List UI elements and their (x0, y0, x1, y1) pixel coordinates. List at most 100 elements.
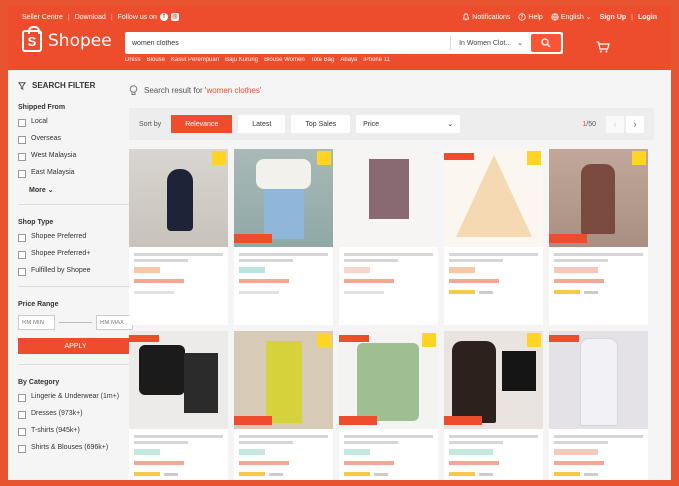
prev-page-button[interactable]: ‹ (606, 115, 624, 133)
product-card[interactable] (549, 149, 648, 325)
product-card[interactable] (549, 331, 648, 480)
filter-checkbox-shirts-blouses[interactable]: Shirts & Blouses (696k+) (18, 444, 133, 453)
filter-checkbox-shopee-preferred[interactable]: Shopee Preferred (18, 233, 133, 242)
product-card[interactable] (339, 149, 438, 325)
filter-checkbox-fulfilled-by-shopee[interactable]: Fulfilled by Shopee (18, 267, 133, 276)
suggestion-link[interactable]: Blouse Women (264, 57, 305, 63)
search-scope-dropdown[interactable]: In Women Clot... ⌄ (450, 36, 531, 50)
rating (554, 290, 643, 294)
checkbox[interactable] (18, 234, 26, 242)
notifications-link[interactable]: Notifications (462, 13, 510, 21)
product-card[interactable] (339, 331, 438, 480)
sort-by-label: Sort by (139, 120, 162, 128)
top-bar-right: Notifications ? Help English ⌄ Sign Up |… (462, 13, 657, 21)
sign-up-link[interactable]: Sign Up (600, 14, 626, 21)
product-image (234, 331, 333, 429)
apply-button[interactable]: APPLY (18, 338, 133, 354)
filter-checkbox-local[interactable]: Local (18, 118, 133, 127)
product-card[interactable] (129, 331, 228, 480)
checkbox-label: Shirts & Blouses (696k+) (31, 444, 109, 451)
search-button[interactable] (531, 34, 561, 52)
filter-checkbox-dresses[interactable]: Dresses (973k+) (18, 410, 133, 419)
product-image (444, 149, 543, 247)
rating (239, 472, 328, 476)
login-link[interactable]: Login (638, 14, 657, 21)
suggestion-link[interactable]: Dress (125, 57, 141, 63)
suggestion-link[interactable]: Kasut Perempuan (171, 57, 219, 63)
sort-relevance-button[interactable]: Relevance (171, 115, 233, 133)
stars-icon (554, 290, 580, 294)
filter-checkbox-east-malaysia[interactable]: East Malaysia (18, 169, 133, 178)
product-title (239, 435, 328, 438)
discount-badge (317, 151, 331, 165)
sort-price-dropdown[interactable]: Price ⌄ (356, 115, 461, 133)
product-card[interactable] (444, 331, 543, 480)
filter-checkbox-lingerie[interactable]: Lingerie & Underwear (1m+) (18, 393, 133, 402)
sort-latest-button[interactable]: Latest (238, 115, 286, 133)
next-page-button[interactable]: › (626, 115, 644, 133)
product-image (129, 149, 228, 247)
product-label (344, 449, 370, 455)
product-card[interactable] (444, 149, 543, 325)
chevron-down-icon: ⌄ (47, 187, 54, 194)
product-title (449, 435, 538, 438)
facebook-icon[interactable]: f (159, 13, 168, 21)
suggestion-link[interactable]: Blouse (147, 57, 165, 63)
mall-badge (444, 153, 474, 160)
suggestion-link[interactable]: Baju Kurung (225, 57, 258, 63)
help-icon: ? (518, 13, 527, 21)
checkbox[interactable] (18, 411, 26, 419)
price-max-input[interactable] (96, 315, 133, 330)
more-button[interactable]: More ⌄ (29, 186, 133, 194)
search-filter-title: SEARCH FILTER (32, 81, 96, 90)
download-link[interactable]: Download (75, 14, 106, 21)
checkbox[interactable] (18, 119, 26, 127)
product-image (549, 331, 648, 429)
product-title-line (134, 259, 189, 262)
search-input[interactable] (127, 39, 451, 47)
price-min-input[interactable] (18, 315, 55, 330)
shopee-logo[interactable]: S Shopee (22, 26, 112, 52)
suggestion-link[interactable]: Abaya (340, 57, 357, 63)
checkbox[interactable] (18, 153, 26, 161)
checkbox[interactable] (18, 445, 26, 453)
filter-checkbox-overseas[interactable]: Overseas (18, 135, 133, 144)
checkbox[interactable] (18, 268, 26, 276)
help-link[interactable]: ? Help (518, 13, 543, 21)
filter-checkbox-shopee-preferred-plus[interactable]: Shopee Preferred+ (18, 250, 133, 259)
checkbox-label: Lingerie & Underwear (1m+) (31, 393, 120, 400)
mall-badge (129, 335, 159, 342)
checkbox[interactable] (18, 170, 26, 178)
filter-checkbox-west-malaysia[interactable]: West Malaysia (18, 152, 133, 161)
language-selector[interactable]: English ⌄ (551, 13, 592, 21)
instagram-icon[interactable]: ◎ (170, 13, 179, 21)
product-label (344, 267, 370, 273)
chevron-down-icon: ⌄ (517, 40, 523, 47)
sort-top-sales-button[interactable]: Top Sales (291, 115, 351, 133)
main-content: Search result for 'women clothes' Sort b… (129, 74, 659, 480)
checkbox-label: West Malaysia (31, 152, 77, 159)
checkbox[interactable] (18, 136, 26, 144)
divider: | (631, 13, 633, 21)
cart-icon (596, 41, 610, 53)
checkbox[interactable] (18, 251, 26, 259)
promo-badge (339, 416, 377, 425)
product-price (449, 461, 499, 465)
filter-checkbox-tshirts[interactable]: T-shirts (945k+) (18, 427, 133, 436)
product-price (449, 279, 499, 283)
mall-badge (549, 335, 579, 342)
checkbox[interactable] (18, 394, 26, 402)
product-card[interactable] (234, 149, 333, 325)
checkbox-label: Dresses (973k+) (31, 410, 83, 417)
suggestion-link[interactable]: iPhone 11 (363, 57, 390, 63)
search-scope-label: In Women Clot... (459, 39, 512, 47)
product-card[interactable] (129, 149, 228, 325)
product-card[interactable] (234, 331, 333, 480)
seller-centre-link[interactable]: Seller Centre (22, 14, 63, 21)
checkbox[interactable] (18, 428, 26, 436)
divider: | (67, 13, 70, 21)
product-label (554, 267, 598, 273)
suggestion-link[interactable]: Tote Bag (311, 57, 335, 63)
app-frame: Seller Centre | Download | Follow us on … (8, 6, 671, 480)
cart-button[interactable] (596, 40, 610, 58)
